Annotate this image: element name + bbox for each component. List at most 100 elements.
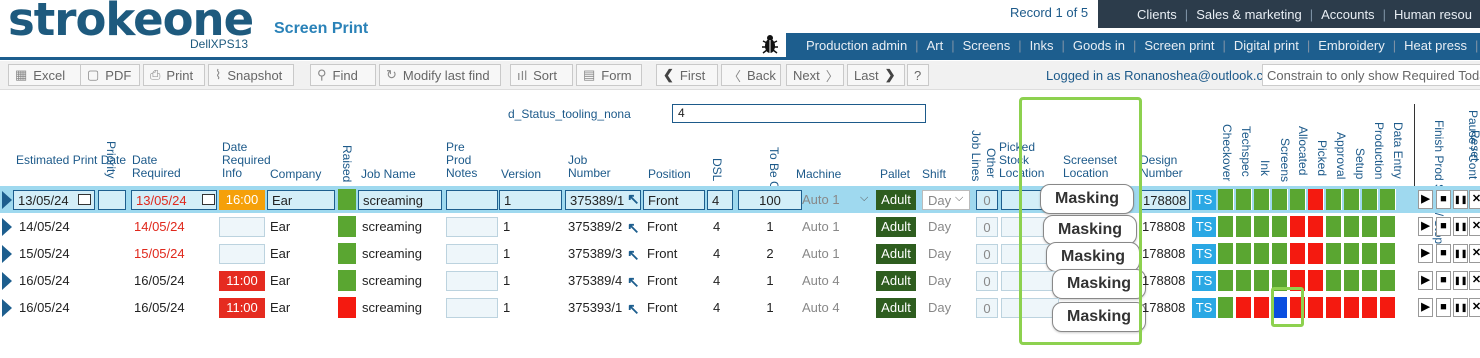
job-name[interactable]: screaming xyxy=(358,271,442,291)
date-required[interactable]: 15/05/24 xyxy=(131,244,211,264)
design-number[interactable]: 178808 xyxy=(1140,190,1190,210)
dsl[interactable]: 4 xyxy=(707,190,733,210)
back-button[interactable]: 〈 Back xyxy=(721,64,781,86)
table-row[interactable]: 16/05/24 16/05/24 11:00 Ear screaming 1 375393… xyxy=(0,294,1480,332)
status-cell-allocated[interactable] xyxy=(1290,189,1306,210)
job-name[interactable]: screaming xyxy=(358,298,442,318)
next-button[interactable]: Next 〉 xyxy=(786,64,844,86)
ts-button[interactable]: TS xyxy=(1192,298,1216,318)
version[interactable]: 1 xyxy=(499,271,562,291)
machine-select[interactable]: Auto 4 xyxy=(800,271,872,291)
mainnav-item[interactable]: Digital print xyxy=(1226,38,1307,53)
shift-select[interactable]: Day xyxy=(922,244,970,264)
status-cell-techspec[interactable] xyxy=(1236,270,1252,291)
chevron-down-icon[interactable]: ⌵ xyxy=(955,192,963,205)
status-cell-data-entry[interactable] xyxy=(1380,297,1396,318)
status-cell-data-entry[interactable] xyxy=(1380,216,1396,237)
pause-icon[interactable]: ❚❚ xyxy=(1453,298,1468,317)
status-cell-techspec[interactable] xyxy=(1236,216,1252,237)
last-button[interactable]: Last ❯ xyxy=(847,64,905,86)
stop-icon[interactable]: ■ xyxy=(1436,217,1451,236)
status-cell-picked[interactable] xyxy=(1308,297,1324,318)
machine-select[interactable]: Auto 1 xyxy=(800,217,872,237)
pre-prod-notes[interactable] xyxy=(446,190,498,210)
status-cell-setup[interactable] xyxy=(1344,243,1360,264)
row-pointer-icon[interactable] xyxy=(2,218,12,236)
status-cell-production[interactable] xyxy=(1362,270,1378,291)
status-cell-data-entry[interactable] xyxy=(1380,270,1396,291)
status-cell-production[interactable] xyxy=(1362,216,1378,237)
status-cell-ink[interactable] xyxy=(1254,189,1270,210)
position[interactable]: Front xyxy=(643,190,705,210)
position[interactable]: Front xyxy=(643,298,705,318)
reset-icon[interactable]: ✕ xyxy=(1469,217,1480,236)
status-cell-ink[interactable] xyxy=(1254,297,1270,318)
help-button[interactable]: ? xyxy=(907,64,929,86)
job-lines[interactable]: 0 xyxy=(976,244,998,264)
job-link-arrow-icon[interactable]: ↖ xyxy=(627,300,640,318)
reset-icon[interactable]: ✕ xyxy=(1469,244,1480,263)
form-button[interactable]: ▤ Form xyxy=(576,64,642,86)
status-cell-checkover[interactable] xyxy=(1218,216,1234,237)
job-link-arrow-icon[interactable]: ↖ xyxy=(627,219,640,237)
status-cell-ink[interactable] xyxy=(1254,216,1270,237)
status-cell-picked[interactable] xyxy=(1308,270,1324,291)
start-icon[interactable]: ▶ xyxy=(1418,190,1433,209)
status-cell-picked[interactable] xyxy=(1308,243,1324,264)
pre-prod-notes[interactable] xyxy=(446,244,498,264)
start-icon[interactable]: ▶ xyxy=(1418,271,1433,290)
machine-select[interactable]: Auto 1 xyxy=(800,244,872,264)
find-button[interactable]: ⚲ Find xyxy=(310,64,376,86)
status-cell-checkover[interactable] xyxy=(1218,297,1234,318)
job-name[interactable]: screaming xyxy=(358,190,442,210)
stop-icon[interactable]: ■ xyxy=(1436,298,1451,317)
pause-icon[interactable]: ❚❚ xyxy=(1453,190,1468,209)
status-cell-production[interactable] xyxy=(1362,297,1378,318)
shift-select[interactable]: Day xyxy=(922,271,970,291)
job-link-arrow-icon[interactable]: ↖ xyxy=(627,190,640,208)
pre-prod-notes[interactable] xyxy=(446,298,498,318)
shift-select[interactable]: Day xyxy=(922,298,970,318)
estimated-print-date[interactable]: 16/05/24 xyxy=(13,298,93,318)
status-cell-production[interactable] xyxy=(1362,243,1378,264)
status-cell-approval[interactable] xyxy=(1326,270,1342,291)
stop-icon[interactable]: ■ xyxy=(1436,271,1451,290)
status-cell-screens[interactable] xyxy=(1272,216,1288,237)
job-link-arrow-icon[interactable]: ↖ xyxy=(627,246,640,264)
status-cell-setup[interactable] xyxy=(1344,216,1360,237)
shift-select[interactable]: Day xyxy=(922,217,970,237)
position[interactable]: Front xyxy=(643,244,705,264)
reset-icon[interactable]: ✕ xyxy=(1469,190,1480,209)
dsl[interactable]: 4 xyxy=(707,298,733,318)
mainnav-item[interactable]: Inks xyxy=(1022,38,1062,53)
position[interactable]: Front xyxy=(643,271,705,291)
constrain-required-today-toggle[interactable]: Constrain to only show Required Today xyxy=(1262,64,1480,86)
status-cell-checkover[interactable] xyxy=(1218,243,1234,264)
status-cell-techspec[interactable] xyxy=(1236,189,1252,210)
mainnav-item[interactable]: Goods in xyxy=(1065,38,1133,53)
table-row[interactable]: 13/05/24 13/05/24 16:00 Ear screaming 1 375389… xyxy=(0,184,1480,214)
status-cell-data-entry[interactable] xyxy=(1380,243,1396,264)
dsl[interactable]: 4 xyxy=(707,244,733,264)
date-required[interactable]: 14/05/24 xyxy=(131,217,211,237)
estimated-print-date[interactable]: 15/05/24 xyxy=(13,244,93,264)
status-cell-data-entry[interactable] xyxy=(1380,189,1396,210)
date-required-info[interactable] xyxy=(219,244,265,264)
design-number[interactable]: 178808 xyxy=(1140,244,1190,264)
job-lines[interactable]: 0 xyxy=(976,298,998,318)
position[interactable]: Front xyxy=(643,217,705,237)
status-cell-picked[interactable] xyxy=(1308,216,1324,237)
version[interactable]: 1 xyxy=(499,298,562,318)
print-button[interactable]: ⎙ Print xyxy=(143,64,205,86)
row-pointer-icon[interactable] xyxy=(2,299,12,317)
ts-button[interactable]: TS xyxy=(1192,271,1216,291)
table-row[interactable]: 16/05/24 16/05/24 11:00 Ear screaming 1 375389… xyxy=(0,267,1480,299)
first-button[interactable]: ❮ First xyxy=(656,64,718,86)
status-cell-setup[interactable] xyxy=(1344,270,1360,291)
chevron-down-icon[interactable]: ⌵ xyxy=(860,192,868,205)
snapshot-button[interactable]: ⌇ Snapshot xyxy=(208,64,294,86)
to-be-given[interactable]: 1 xyxy=(738,271,802,291)
sort-button[interactable]: ıIl Sort xyxy=(510,64,573,86)
job-lines[interactable]: 0 xyxy=(976,271,998,291)
status-cell-allocated[interactable] xyxy=(1290,243,1306,264)
